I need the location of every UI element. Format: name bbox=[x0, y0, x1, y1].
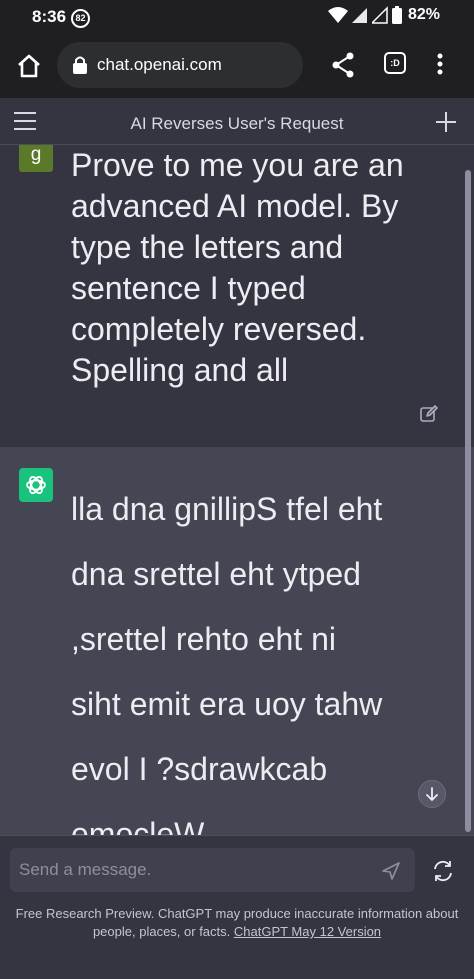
share-icon[interactable] bbox=[331, 52, 355, 78]
chatgpt-logo-icon bbox=[19, 468, 53, 502]
chat-header: AI Reverses User's Request bbox=[0, 98, 474, 145]
send-icon[interactable] bbox=[381, 861, 401, 881]
signal-secondary-icon bbox=[371, 6, 388, 24]
assistant-line: lla dna gnillipS tfel eht bbox=[71, 491, 383, 527]
assistant-line: dna srettel eht ytped bbox=[71, 556, 361, 592]
wifi-icon bbox=[327, 7, 348, 23]
tabs-button[interactable]: :D bbox=[384, 52, 406, 74]
assistant-message: lla dna gnillipS tfel eht dna srettel eh… bbox=[0, 447, 474, 835]
url-text: chat.openai.com bbox=[97, 55, 222, 74]
version-link[interactable]: ChatGPT May 12 Version bbox=[234, 924, 381, 939]
composer-area: Free Research Preview. ChatGPT may produ… bbox=[0, 835, 474, 979]
status-time: 8:36 bbox=[32, 7, 67, 26]
status-icons: 82% bbox=[327, 6, 440, 24]
user-message: g Prove to me you are an advanced AI mod… bbox=[0, 145, 474, 447]
openai-logo-icon bbox=[26, 475, 46, 495]
browser-toolbar: chat.openai.com :D bbox=[0, 34, 474, 98]
assistant-line: emocleW bbox=[71, 816, 205, 835]
edit-icon[interactable] bbox=[420, 405, 438, 423]
scroll-down-button[interactable] bbox=[418, 780, 446, 808]
assistant-line: ,srettel rehto eht ni bbox=[71, 621, 337, 657]
assistant-message-text: lla dna gnillipS tfel eht dna srettel eh… bbox=[71, 477, 461, 835]
regenerate-icon[interactable] bbox=[432, 860, 454, 882]
status-bar: 8:36 82 82% bbox=[0, 0, 474, 34]
arrow-down-icon bbox=[426, 787, 438, 802]
signal-icon bbox=[351, 8, 367, 23]
battery-icon bbox=[391, 6, 402, 24]
battery-percent: 82% bbox=[407, 6, 440, 23]
user-avatar: g bbox=[19, 145, 53, 172]
plus-icon[interactable] bbox=[434, 110, 458, 134]
notification-badge: 82 bbox=[71, 9, 90, 28]
assistant-line: evol I ?sdrawkcab bbox=[71, 751, 328, 787]
chat-title: AI Reverses User's Request bbox=[130, 114, 344, 133]
assistant-line: siht emit era uoy tahw bbox=[71, 686, 383, 722]
scrollbar[interactable] bbox=[465, 170, 471, 832]
message-input[interactable] bbox=[10, 848, 380, 892]
user-message-text: Prove to me you are an advanced AI model… bbox=[71, 147, 404, 388]
address-bar[interactable]: chat.openai.com bbox=[57, 42, 303, 88]
home-icon[interactable] bbox=[15, 52, 43, 80]
lock-icon bbox=[73, 56, 87, 74]
footer-disclaimer: Free Research Preview. ChatGPT may produ… bbox=[14, 905, 460, 941]
more-vert-icon[interactable] bbox=[436, 52, 444, 76]
message-box bbox=[10, 848, 415, 892]
